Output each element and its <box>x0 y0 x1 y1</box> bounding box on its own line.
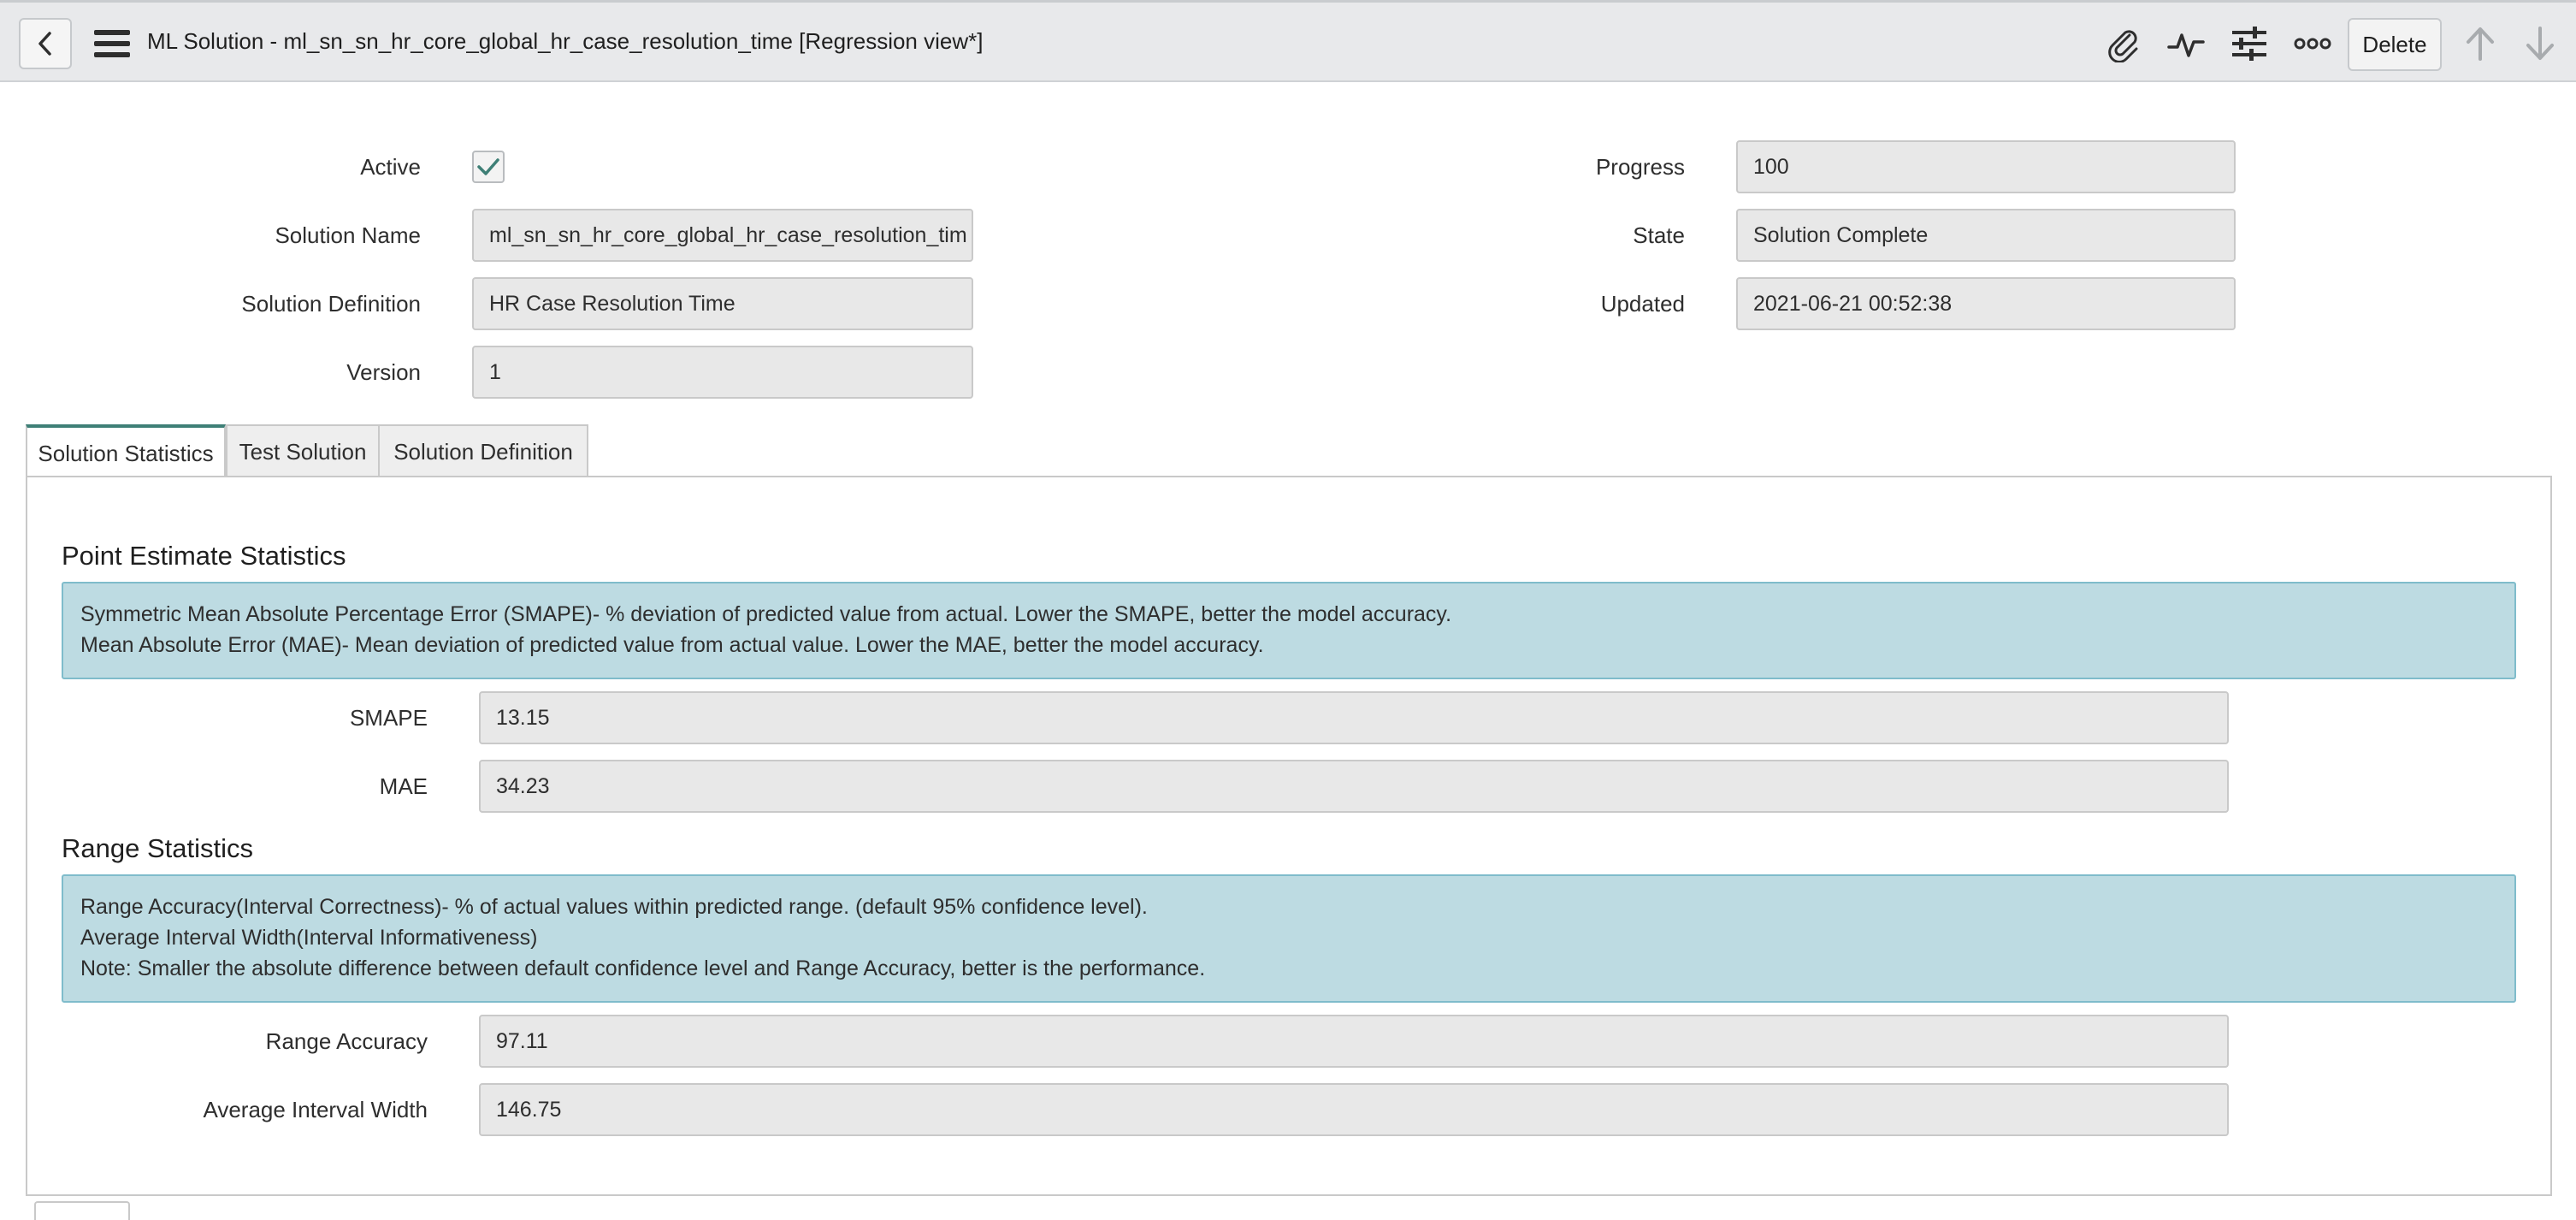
info-text: Symmetric Mean Absolute Percentage Error… <box>80 602 1452 626</box>
tab-solution-definition[interactable]: Solution Definition <box>378 424 588 477</box>
tab-solution-statistics[interactable]: Solution Statistics <box>26 424 226 479</box>
info-text: Mean Absolute Error (MAE)- Mean deviatio… <box>80 633 1264 657</box>
average-interval-width-field[interactable]: 146.75 <box>479 1083 2229 1136</box>
down-arrow-icon <box>2526 27 2554 60</box>
page-title-view: [Regression view*] <box>799 28 984 54</box>
version-field[interactable]: 1 <box>472 346 973 399</box>
tab-test-solution[interactable]: Test Solution <box>226 424 380 477</box>
range-statistics-info-box: Range Accuracy(Interval Correctness)- % … <box>62 874 2516 1003</box>
point-estimate-title: Point Estimate Statistics <box>62 541 346 571</box>
up-arrow-icon <box>2467 27 2494 61</box>
solution-definition-field[interactable]: HR Case Resolution Time <box>472 277 973 330</box>
back-button[interactable] <box>19 18 72 69</box>
mae-label: MAE <box>379 773 428 799</box>
range-accuracy-label: Range Accuracy <box>265 1028 428 1054</box>
progress-field[interactable]: 100 <box>1736 140 2236 193</box>
active-checkbox[interactable] <box>472 151 505 183</box>
settings-sliders-icon <box>2232 27 2266 61</box>
info-text: Range Accuracy(Interval Correctness)- % … <box>80 895 1148 919</box>
state-field[interactable]: Solution Complete <box>1736 209 2236 262</box>
smape-label: SMAPE <box>349 705 428 731</box>
info-text: Average Interval Width(Interval Informat… <box>80 926 538 950</box>
delete-button[interactable]: Delete <box>2348 18 2442 71</box>
previous-record-button[interactable] <box>2460 23 2501 64</box>
bottom-button-partial[interactable] <box>34 1201 130 1220</box>
activity-button[interactable] <box>2165 23 2207 64</box>
more-options-button[interactable] <box>2292 23 2333 64</box>
attachment-icon <box>2108 30 2138 62</box>
solution-name-field[interactable]: ml_sn_sn_hr_core_global_hr_case_resoluti… <box>472 209 973 262</box>
mae-field[interactable]: 34.23 <box>479 760 2229 813</box>
state-label: State <box>1633 222 1685 248</box>
range-statistics-title: Range Statistics <box>62 833 253 863</box>
range-accuracy-field[interactable]: 97.11 <box>479 1015 2229 1068</box>
menu-icon[interactable] <box>94 28 130 59</box>
more-options-icon <box>2294 38 2331 50</box>
updated-field[interactable]: 2021-06-21 00:52:38 <box>1736 277 2236 330</box>
info-text: Note: Smaller the absolute difference be… <box>80 956 1206 980</box>
personalize-button[interactable] <box>2229 23 2270 64</box>
attachment-button[interactable] <box>2102 23 2143 64</box>
form-header: ML Solution - ml_sn_sn_hr_core_global_hr… <box>0 0 2576 82</box>
solution-definition-label: Solution Definition <box>241 291 421 317</box>
page-title-main: ML Solution - ml_sn_sn_hr_core_global_hr… <box>147 28 793 54</box>
activity-icon <box>2167 33 2205 57</box>
back-icon <box>38 32 51 56</box>
checkmark-icon <box>477 158 499 175</box>
next-record-button[interactable] <box>2520 23 2561 64</box>
average-interval-width-label: Average Interval Width <box>203 1097 428 1122</box>
progress-label: Progress <box>1595 154 1685 180</box>
page-title: ML Solution - ml_sn_sn_hr_core_global_hr… <box>147 28 983 55</box>
updated-label: Updated <box>1600 291 1685 317</box>
version-label: Version <box>346 359 421 385</box>
smape-field[interactable]: 13.15 <box>479 691 2229 744</box>
solution-name-label: Solution Name <box>275 222 421 248</box>
active-label: Active <box>360 154 421 180</box>
point-estimate-info-box: Symmetric Mean Absolute Percentage Error… <box>62 582 2516 679</box>
